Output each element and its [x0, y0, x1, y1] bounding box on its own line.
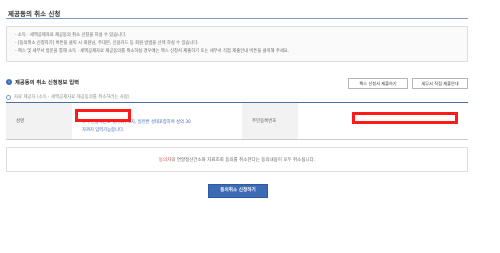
- section-header: i 제공동의 취소 신청정보 입력: [6, 78, 79, 86]
- agreement-message: 의 연말정산간소화 자료조회 동의를 취소한다는 동의내용이 모두 취소됩니다.: [171, 157, 316, 163]
- notice-line: - 소득 · 세액공제자료 제공동의 취소 신청을 하실 수 있습니다.: [15, 33, 127, 38]
- agreement-text: 동의자의 연말정산간소화 자료조회 동의를 취소한다는 동의내용이 모두 취소됩…: [159, 157, 315, 163]
- agreement-highlight: 동의자: [158, 157, 172, 163]
- ssn-cell: [298, 103, 468, 139]
- info-icon: i: [6, 79, 12, 85]
- name-cell: ※ 주민등록번호 뒷자리 [ 5자, 일련번 성태포함하여 성의 30자까지 입…: [72, 103, 242, 139]
- notice-box: - 소득 · 세액공제자료 제공동의 취소 신청을 하실 수 있습니다. - […: [6, 26, 468, 62]
- cancel-consent-submit-button[interactable]: 동의취소 신청하기: [208, 184, 268, 198]
- name-input-redacted[interactable]: [75, 109, 131, 122]
- page-title: 제공동의 취소 신청: [8, 10, 61, 18]
- tax-office-guide-button[interactable]: 세무서 직접 제출안내: [412, 78, 468, 89]
- ssn-input-redacted[interactable]: [352, 112, 458, 124]
- subsection-title: 자료 제공자 (소득 · 세액공제자료 제공동의를 취소하려는 사람): [14, 95, 130, 100]
- title-divider: [6, 18, 468, 19]
- section-title: 제공동의 취소 신청정보 입력: [15, 80, 80, 86]
- notice-line: - [동의취소 신청하기] 버튼을 클릭 시 회원님, 주대본, 신용카드 등 …: [15, 41, 199, 46]
- circle-bullet-icon: [6, 94, 11, 100]
- fax-submit-button[interactable]: 팩스 신청서 제출하기: [348, 78, 408, 89]
- notice-line: - 팩스 및 세무서 방문을 통해 소득 · 세액공제자료 제공동의를 취소하실…: [15, 49, 290, 54]
- subsection-header: 자료 제공자 (소득 · 세액공제자료 제공동의를 취소하려는 사람): [6, 94, 130, 100]
- info-table: 성명 ※ 주민등록번호 뒷자리 [ 5자, 일련번 성태포함하여 성의 30자까…: [6, 102, 468, 140]
- ssn-label: 주민등록번호: [242, 103, 298, 139]
- name-label: 성명: [6, 103, 72, 139]
- agreement-box: 동의자의 연말정산간소화 자료조회 동의를 취소한다는 동의내용이 모두 취소됩…: [6, 147, 468, 172]
